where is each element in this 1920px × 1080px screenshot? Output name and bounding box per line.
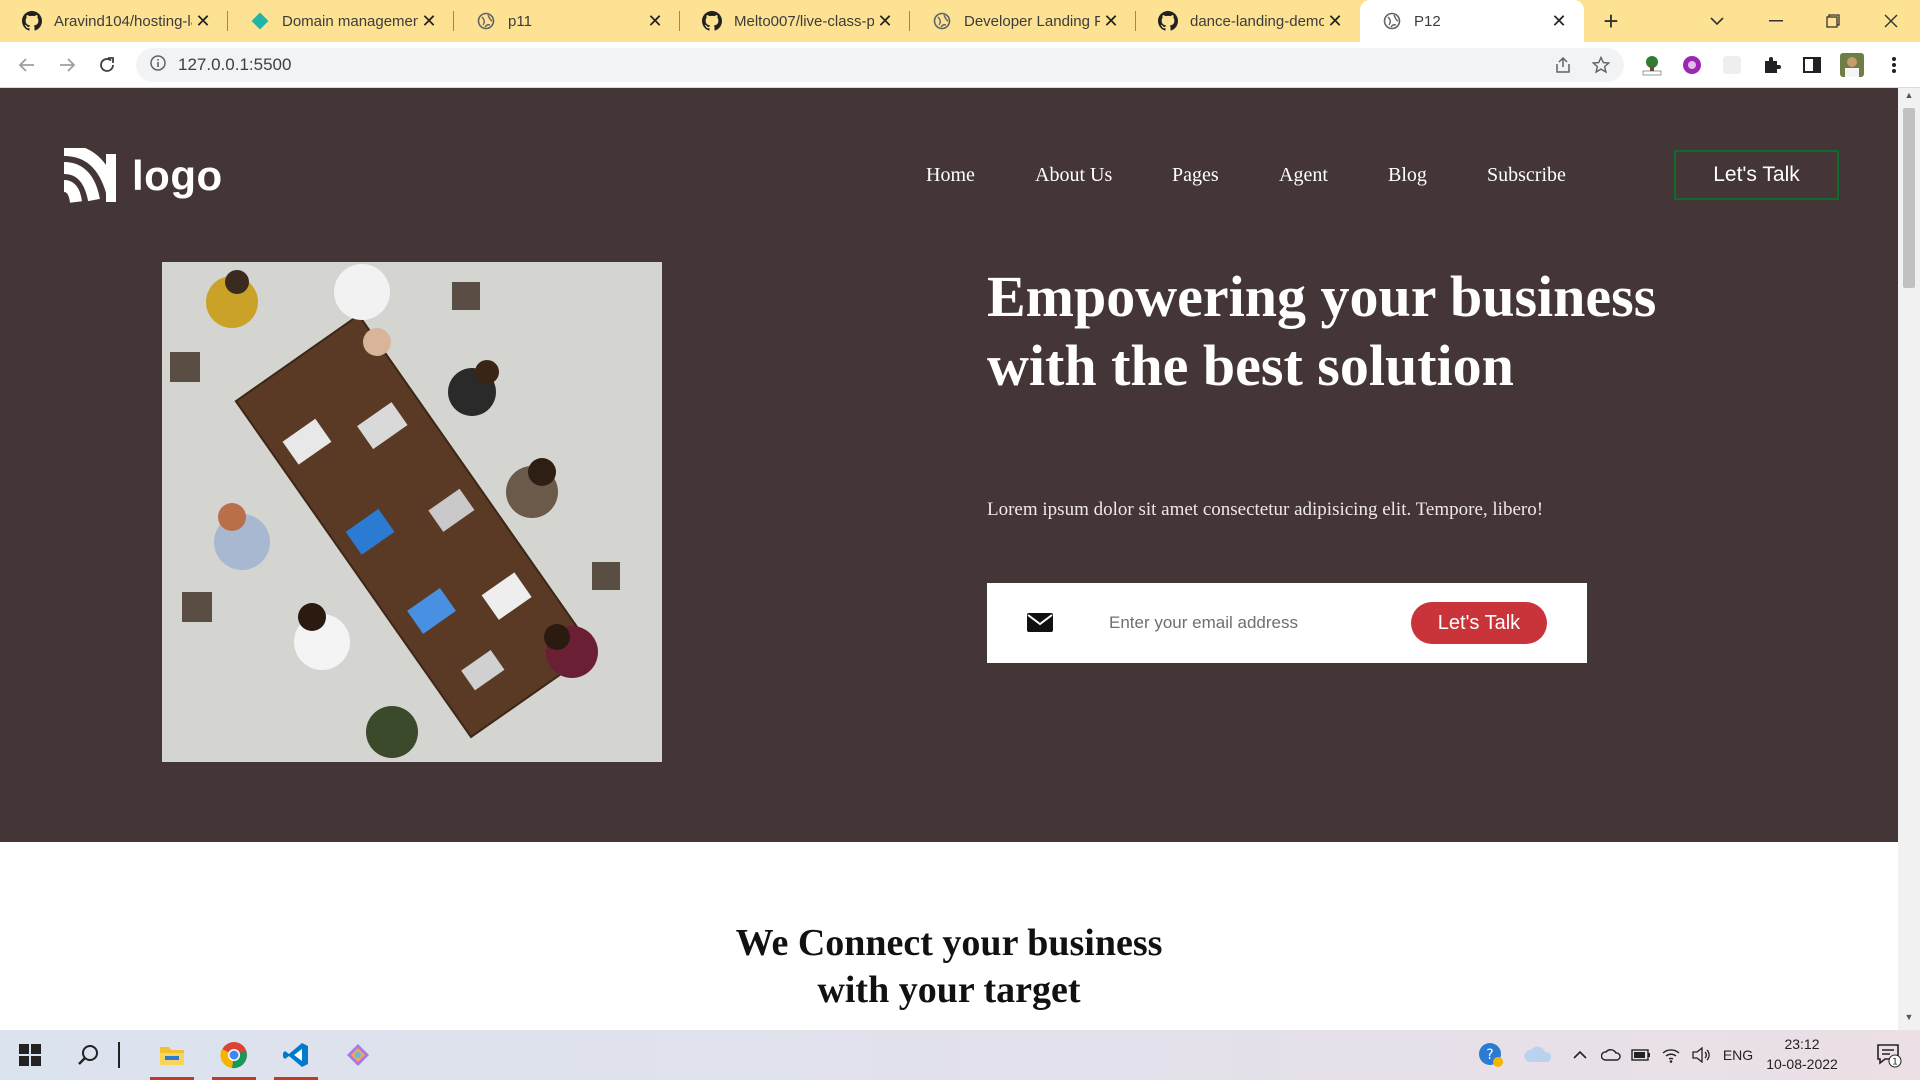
close-icon[interactable]: ✕ xyxy=(874,11,896,32)
reload-button[interactable] xyxy=(90,48,124,82)
tab-title: Domain management xyxy=(282,12,418,30)
email-input[interactable] xyxy=(1107,603,1367,643)
task-view-icon[interactable] xyxy=(104,1030,134,1080)
wifi-icon[interactable] xyxy=(1658,1030,1684,1080)
hero-subtext: Lorem ipsum dolor sit amet consectetur a… xyxy=(987,499,1544,520)
notification-center-icon[interactable]: 1 xyxy=(1866,1030,1912,1080)
minimize-button[interactable] xyxy=(1755,0,1797,42)
close-icon[interactable]: ✕ xyxy=(192,11,214,32)
page-scrollbar[interactable]: ▲ ▼ xyxy=(1898,88,1920,1030)
close-icon[interactable]: ✕ xyxy=(1100,11,1122,32)
hero-section: logo Home About Us Pages Agent Blog Subs… xyxy=(0,88,1898,842)
globe-icon xyxy=(476,11,496,31)
section-title-line1: We Connect your business xyxy=(735,922,1163,964)
browser-tab[interactable]: Developer Landing Pa ✕ xyxy=(910,0,1136,42)
globe-icon xyxy=(932,11,952,31)
clock-date: 10-08-2022 xyxy=(1766,1056,1838,1072)
new-tab-button[interactable]: + xyxy=(1590,0,1632,42)
blank-extension-icon[interactable] xyxy=(1720,53,1744,77)
browser-tab[interactable]: Melto007/live-class-p ✕ xyxy=(680,0,910,42)
vscode-icon[interactable] xyxy=(270,1030,322,1080)
netlify-icon xyxy=(250,11,270,31)
email-lets-talk-button[interactable]: Let's Talk xyxy=(1411,602,1547,644)
chrome-icon[interactable] xyxy=(208,1030,260,1080)
close-icon[interactable]: ✕ xyxy=(1548,11,1570,32)
scrollbar-thumb[interactable] xyxy=(1903,108,1915,288)
section-title-line2: with your target xyxy=(817,969,1081,1011)
nav-agent[interactable]: Agent xyxy=(1279,164,1328,187)
lets-talk-button[interactable]: Let's Talk xyxy=(1674,150,1839,200)
system-clock[interactable]: 23:12 10-08-2022 xyxy=(1752,1034,1852,1074)
nav-blog[interactable]: Blog xyxy=(1388,164,1427,187)
clock-time: 23:12 xyxy=(1784,1036,1820,1052)
close-window-button[interactable] xyxy=(1870,0,1912,42)
browser-tab-strip: Aravind104/hosting-la ✕ Domain managemen… xyxy=(0,0,1920,42)
tab-title: dance-landing-demo xyxy=(1190,12,1324,30)
scroll-down-icon[interactable]: ▼ xyxy=(1898,1012,1920,1028)
cloud-sync-icon[interactable] xyxy=(1598,1030,1624,1080)
extensions-puzzle-icon[interactable] xyxy=(1760,53,1784,77)
bookmark-star-icon[interactable] xyxy=(1591,55,1611,79)
restore-button[interactable] xyxy=(1812,0,1854,42)
tab-title: p11 xyxy=(508,12,532,30)
browser-tab[interactable]: dance-landing-demo ✕ xyxy=(1136,0,1360,42)
share-icon[interactable] xyxy=(1554,56,1572,79)
main-nav: Home About Us Pages Agent Blog Subscribe xyxy=(0,164,1898,194)
github-icon xyxy=(1158,11,1178,31)
nav-pages[interactable]: Pages xyxy=(1172,164,1219,187)
browser-tab[interactable]: Domain management ✕ xyxy=(228,0,454,42)
svg-text:?: ? xyxy=(1486,1047,1493,1063)
close-icon[interactable]: ✕ xyxy=(644,11,666,32)
globe-icon xyxy=(1382,11,1402,31)
help-icon[interactable]: ? xyxy=(1474,1030,1508,1080)
tab-title: Melto007/live-class-p xyxy=(734,12,874,30)
forward-button[interactable] xyxy=(50,48,84,82)
onedrive-cloud-icon[interactable] xyxy=(1520,1030,1556,1080)
mail-icon xyxy=(1027,611,1053,638)
browser-tab-active[interactable]: P12 ✕ xyxy=(1360,0,1584,42)
url-text[interactable]: 127.0.0.1:5500 xyxy=(178,55,291,75)
browser-tab[interactable]: Aravind104/hosting-la ✕ xyxy=(0,0,228,42)
git-app-icon[interactable] xyxy=(332,1030,384,1080)
windows-start-icon[interactable] xyxy=(4,1030,56,1080)
page-viewport: logo Home About Us Pages Agent Blog Subs… xyxy=(0,88,1898,1030)
windows-taskbar: ? ENG 23:12 10-08-2022 1 xyxy=(0,1030,1920,1080)
scroll-up-icon[interactable]: ▲ xyxy=(1898,90,1920,106)
battery-icon[interactable] xyxy=(1628,1030,1654,1080)
close-icon[interactable]: ✕ xyxy=(418,11,440,32)
purple-extension-icon[interactable] xyxy=(1680,53,1704,77)
html-extension-icon[interactable] xyxy=(1640,53,1664,77)
volume-icon[interactable] xyxy=(1688,1030,1714,1080)
info-icon[interactable] xyxy=(150,54,166,76)
show-hidden-icons-chevron-icon[interactable] xyxy=(1570,1030,1590,1080)
tab-title: Developer Landing Pa xyxy=(964,12,1100,30)
email-signup-form: Let's Talk xyxy=(987,583,1587,663)
profile-avatar[interactable] xyxy=(1840,53,1864,77)
close-icon[interactable]: ✕ xyxy=(1324,11,1346,32)
tab-title: Aravind104/hosting-la xyxy=(54,12,192,30)
github-icon xyxy=(702,11,722,31)
browser-toolbar: 127.0.0.1:5500 xyxy=(0,42,1920,88)
address-bar[interactable]: 127.0.0.1:5500 xyxy=(136,48,1624,82)
team-meeting-image xyxy=(162,262,662,762)
nav-about-us[interactable]: About Us xyxy=(1035,164,1112,187)
nav-home[interactable]: Home xyxy=(926,164,975,187)
browser-menu-icon[interactable] xyxy=(1882,53,1906,77)
notification-count: 1 xyxy=(1892,1058,1898,1068)
browser-tab[interactable]: p11 ✕ xyxy=(454,0,680,42)
file-explorer-icon[interactable] xyxy=(146,1030,198,1080)
nav-subscribe[interactable]: Subscribe xyxy=(1487,164,1566,187)
tab-title: P12 xyxy=(1414,12,1441,30)
back-button[interactable] xyxy=(10,48,44,82)
side-panel-icon[interactable] xyxy=(1800,53,1824,77)
tab-search-chevron-icon[interactable] xyxy=(1696,0,1738,42)
section-title: We Connect your business with your targe… xyxy=(0,920,1898,1014)
github-icon xyxy=(22,11,42,31)
hero-headline: Empowering your business with the best s… xyxy=(987,264,1657,398)
